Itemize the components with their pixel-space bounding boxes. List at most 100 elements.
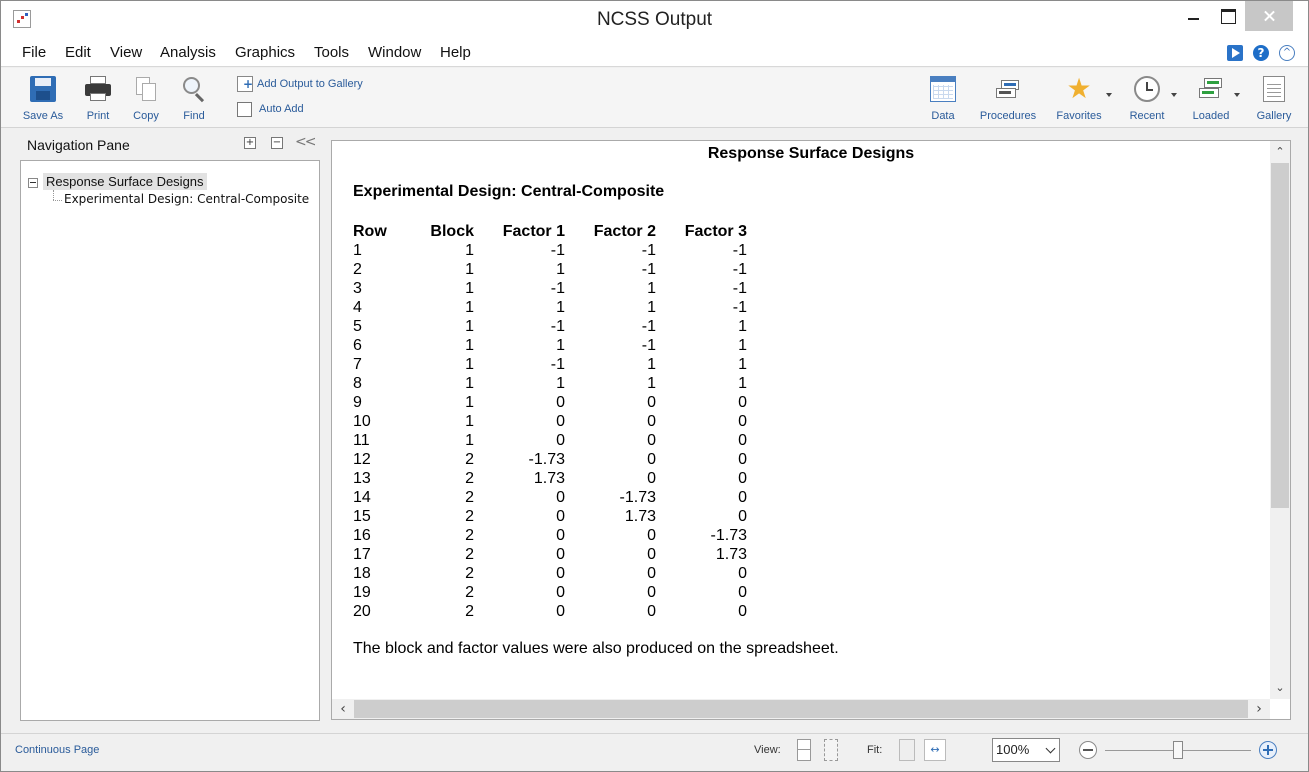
gallery-button[interactable]: Gallery [1251, 68, 1297, 128]
table-row: 17 2 0 0 1.73 [353, 545, 747, 564]
tree-item-experimental-design[interactable]: Experimental Design: Central-Composite [64, 192, 309, 206]
collapse-ribbon-icon[interactable]: ^ [1279, 45, 1295, 61]
cell-row: 17 [353, 546, 371, 563]
fit-page-icon[interactable] [899, 739, 915, 761]
add-output-to-gallery-button[interactable]: Add Output to Gallery [257, 78, 363, 90]
cell-factor-2: 1 [647, 375, 656, 392]
recent-label: Recent [1129, 110, 1165, 122]
report-note: The block and factor values were also pr… [353, 640, 839, 657]
auto-add-checkbox[interactable] [237, 102, 252, 117]
cell-factor-3: 0 [738, 584, 747, 601]
cell-factor-2: 1 [647, 299, 656, 316]
tree-collapse-icon[interactable] [28, 178, 38, 188]
recent-dropdown-icon[interactable] [1171, 93, 1177, 97]
horizontal-scroll-thumb[interactable] [354, 700, 1248, 718]
print-button[interactable]: Print [77, 68, 119, 128]
cell-row: 5 [353, 318, 362, 335]
cell-row: 6 [353, 337, 362, 354]
zoom-out-icon[interactable] [1079, 741, 1097, 759]
menu-help[interactable]: Help [440, 44, 471, 61]
minimize-button[interactable] [1177, 1, 1211, 31]
zoom-slider-thumb[interactable] [1173, 741, 1183, 759]
table-row: 9 1 0 0 0 [353, 393, 747, 412]
cell-row: 4 [353, 299, 362, 316]
expand-all-icon[interactable]: + [244, 137, 256, 149]
collapse-all-icon[interactable]: − [271, 137, 283, 149]
vertical-scroll-thumb[interactable] [1271, 163, 1289, 508]
collapse-pane-icon[interactable]: << [295, 134, 317, 150]
cell-factor-2: -1 [641, 242, 656, 259]
output-document: Response Surface Designs Experimental De… [331, 140, 1291, 720]
scroll-right-icon[interactable]: › [1248, 699, 1270, 719]
menu-window[interactable]: Window [368, 44, 421, 61]
close-button[interactable] [1245, 1, 1293, 31]
cell-block: 2 [465, 546, 474, 563]
loaded-dropdown-icon[interactable] [1234, 93, 1240, 97]
tree-item-response-surface-designs[interactable]: Response Surface Designs [43, 173, 207, 190]
menu-edit[interactable]: Edit [65, 44, 91, 61]
page-mode-label[interactable]: Continuous Page [15, 744, 99, 756]
print-label: Print [86, 110, 110, 122]
cell-row: 12 [353, 451, 371, 468]
vertical-scrollbar[interactable]: ⌃ ⌄ [1270, 141, 1290, 699]
data-button[interactable]: Data [921, 68, 965, 128]
add-to-gallery-icon[interactable] [237, 76, 253, 92]
menu-view[interactable]: View [110, 44, 142, 61]
table-row: 2 1 1 -1 -1 [353, 260, 747, 279]
zoom-in-icon[interactable] [1259, 741, 1277, 759]
copy-icon [133, 76, 159, 102]
loaded-button[interactable]: Loaded [1185, 68, 1237, 128]
copy-button[interactable]: Copy [125, 68, 167, 128]
cell-factor-2: -1 [641, 337, 656, 354]
cell-factor-2: 1 [647, 280, 656, 297]
continuous-view-icon[interactable] [797, 739, 811, 761]
save-as-button[interactable]: Save As [17, 68, 69, 128]
cell-factor-3: 0 [738, 470, 747, 487]
cell-row: 20 [353, 603, 371, 620]
cell-block: 1 [465, 432, 474, 449]
design-table: Row Block Factor 1 Factor 2 Factor 3 11-… [353, 222, 747, 621]
cell-factor-3: 0 [738, 413, 747, 430]
cell-factor-2: 0 [647, 603, 656, 620]
table-row: 6 1 1 -1 1 [353, 336, 747, 355]
favorites-dropdown-icon[interactable] [1106, 93, 1112, 97]
help-icon[interactable]: ? [1253, 45, 1269, 61]
table-row: 11 1 0 0 0 [353, 431, 747, 450]
cell-block: 1 [465, 280, 474, 297]
status-bar: Continuous Page View: Fit: ↔ 100% [1, 733, 1308, 771]
single-page-view-icon[interactable] [824, 739, 838, 761]
menu-file[interactable]: File [22, 44, 46, 61]
cell-factor-3: -1 [732, 242, 747, 259]
copy-label: Copy [133, 110, 159, 122]
table-row: 20 2 0 0 0 [353, 602, 747, 621]
cell-factor-3: 0 [738, 394, 747, 411]
favorites-button[interactable]: ★ Favorites [1051, 68, 1107, 128]
header-factor-1: Factor 1 [502, 223, 565, 240]
menu-graphics[interactable]: Graphics [235, 44, 295, 61]
report-content: Response Surface Designs Experimental De… [332, 141, 1270, 699]
fit-label: Fit: [867, 744, 883, 756]
find-button[interactable]: Find [173, 68, 215, 128]
procedures-button[interactable]: Procedures [977, 68, 1039, 128]
zoom-select[interactable]: 100% [992, 738, 1060, 762]
fit-width-icon[interactable]: ↔ [924, 739, 946, 761]
auto-add-label[interactable]: Auto Add [259, 103, 304, 115]
cell-factor-3: 0 [738, 489, 747, 506]
header-factor-3: Factor 3 [684, 223, 747, 240]
cell-factor-2: 0 [647, 413, 656, 430]
scroll-left-icon[interactable]: ‹ [332, 699, 354, 719]
cell-row: 1 [353, 242, 362, 259]
table-row: 3 1 -1 1 -1 [353, 279, 747, 298]
cell-factor-1: 1.73 [533, 470, 565, 487]
scroll-up-icon[interactable]: ⌃ [1270, 141, 1290, 163]
cell-block: 1 [465, 261, 474, 278]
play-video-icon[interactable] [1227, 45, 1243, 61]
recent-button[interactable]: Recent [1121, 68, 1173, 128]
procedures-label: Procedures [979, 110, 1037, 122]
maximize-button[interactable] [1211, 1, 1245, 31]
scroll-down-icon[interactable]: ⌄ [1270, 677, 1290, 699]
horizontal-scrollbar[interactable]: ‹ › [332, 699, 1270, 719]
menu-tools[interactable]: Tools [314, 44, 349, 61]
star-icon: ★ [1066, 72, 1092, 105]
menu-analysis[interactable]: Analysis [160, 44, 216, 61]
